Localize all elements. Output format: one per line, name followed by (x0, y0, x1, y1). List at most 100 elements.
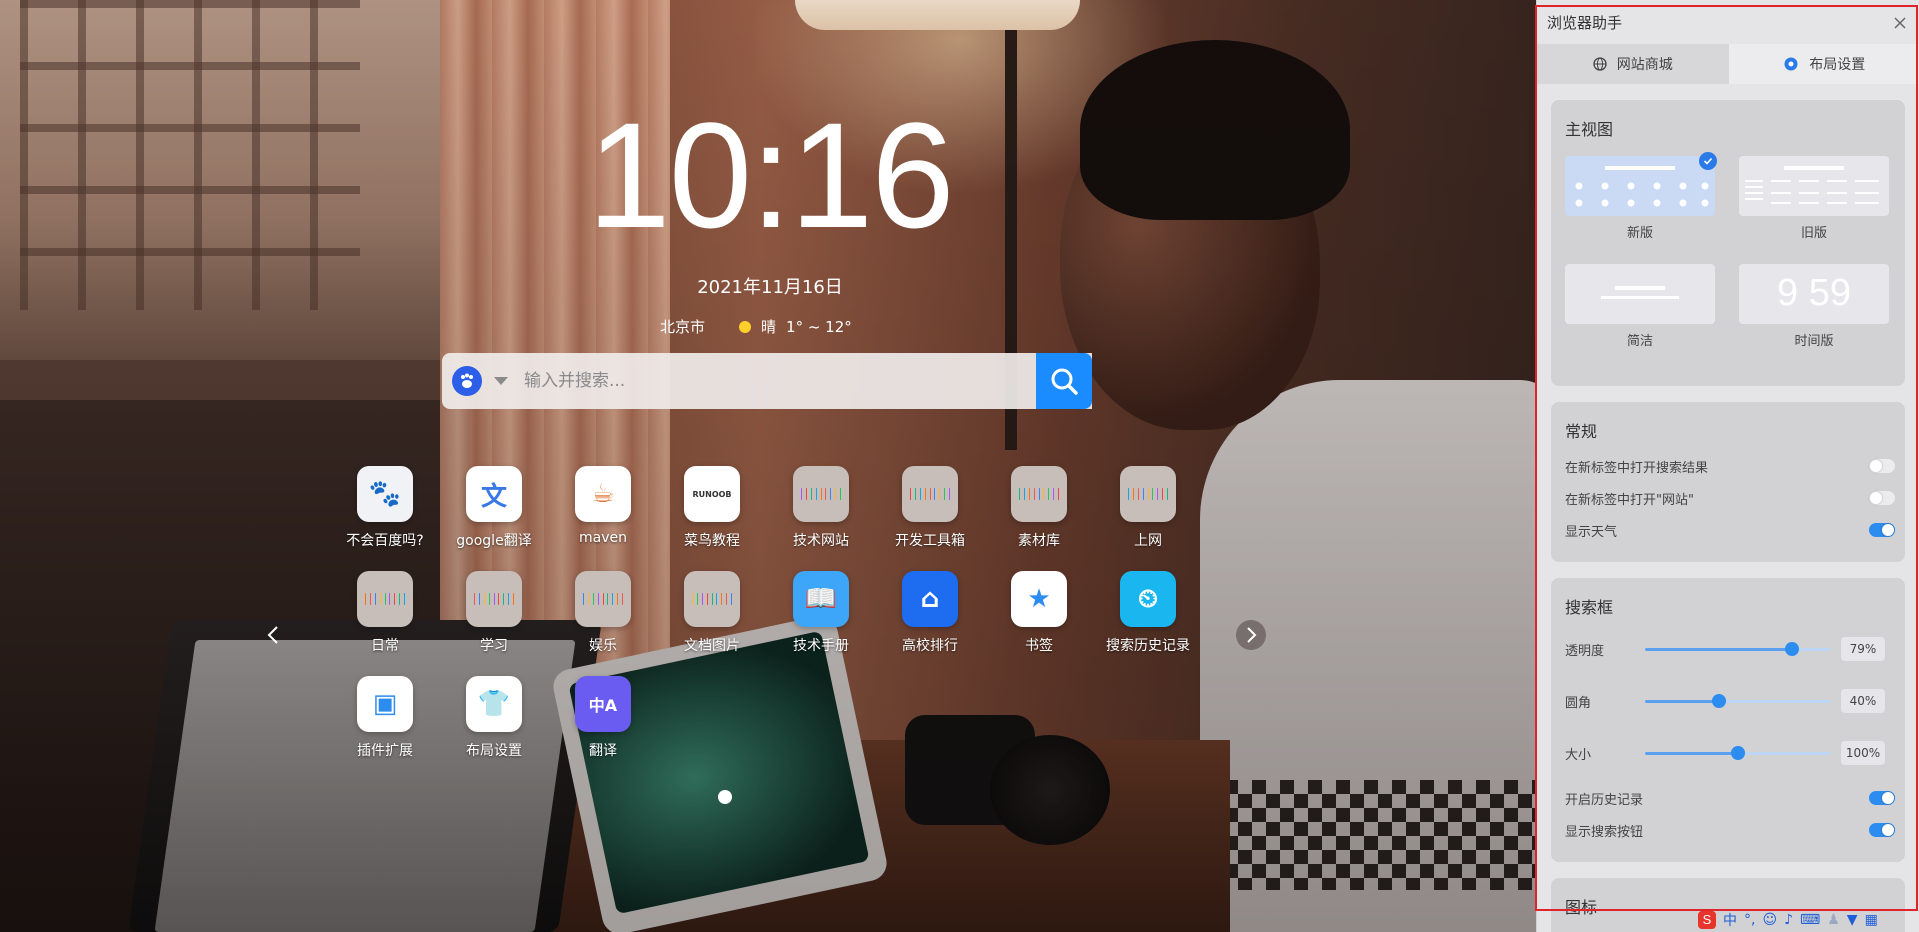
toggle-switch[interactable] (1869, 823, 1895, 837)
app-shortcut[interactable]: 文 google翻译 (439, 466, 549, 566)
app-label: 翻译 (589, 743, 617, 759)
app-shortcut[interactable]: RUNOOB 菜鸟教程 (657, 466, 767, 566)
view-option-time[interactable]: 9 59 时间版 (1739, 264, 1889, 349)
view-thumb-old (1739, 156, 1889, 216)
emoji-icon[interactable]: ☺ (1762, 912, 1777, 928)
weather-widget[interactable]: 北京市 晴 1° ~ 12° (660, 316, 900, 337)
view-option-old[interactable]: 旧版 (1739, 156, 1889, 241)
page-indicator-dot[interactable] (718, 790, 732, 804)
app-shortcut[interactable]: 日常 (330, 571, 440, 671)
close-button[interactable] (1889, 12, 1911, 34)
microphone-icon[interactable]: ♪ (1784, 912, 1793, 928)
slider-value[interactable]: 79% (1841, 637, 1885, 661)
search-button[interactable] (1036, 353, 1092, 409)
folder-icon (1120, 466, 1176, 522)
view-thumb-time: 9 59 (1739, 264, 1889, 324)
app-shortcut[interactable]: 👕 布局设置 (439, 676, 549, 776)
slider-track[interactable] (1645, 693, 1831, 708)
prev-page-button[interactable] (258, 620, 288, 650)
folder-icon (466, 571, 522, 627)
search-icon (1051, 368, 1078, 395)
google-translate-icon: 文 (466, 466, 522, 522)
view-option-new[interactable]: 新版 (1565, 152, 1717, 241)
jar-icon: ☕ (575, 466, 631, 522)
app-shortcut[interactable]: ☕ maven (548, 466, 658, 566)
bag-icon: ▣ (357, 676, 413, 732)
app-label: 不会百度吗? (346, 533, 424, 549)
slider-value[interactable]: 40% (1841, 689, 1885, 713)
punctuation-icon[interactable]: °, (1744, 912, 1755, 928)
app-shortcut[interactable]: 文档图片 (657, 571, 767, 671)
slider-label: 透明度 (1565, 643, 1605, 659)
app-label: 搜索历史记录 (1106, 638, 1190, 654)
ime-mode-label[interactable]: 中 (1723, 910, 1737, 930)
searchbox-card: 搜索框 透明度 79% 圆角 40% 大小 100% 开启历史记录 显示搜索按钮 (1551, 578, 1905, 862)
setting-history: 开启历史记录 (1565, 786, 1895, 810)
icons-heading: 图标 (1565, 898, 1598, 917)
translate-icon: 中A (575, 676, 631, 732)
slider-track[interactable] (1645, 745, 1831, 760)
app-label: 开发工具箱 (895, 533, 965, 549)
slider-knob[interactable] (1731, 745, 1745, 760)
university-icon: ⌂ (902, 571, 958, 627)
app-shortcut[interactable]: ★ 书签 (984, 571, 1094, 671)
skin-icon[interactable]: ▼ (1847, 912, 1858, 928)
app-shortcut[interactable]: ▣ 插件扩展 (330, 676, 440, 776)
app-shortcut[interactable]: 📖 技术手册 (766, 571, 876, 671)
slider-size: 大小 100% (1565, 738, 1895, 768)
slider-value[interactable]: 100% (1841, 741, 1885, 765)
app-label: 素材库 (1018, 533, 1060, 549)
toggle-switch[interactable] (1869, 791, 1895, 805)
user-icon[interactable]: ♟ (1827, 912, 1840, 928)
folder-icon (1011, 466, 1067, 522)
runoob-icon: RUNOOB (684, 466, 740, 522)
app-shortcut[interactable]: 技术网站 (766, 466, 876, 566)
app-shortcut[interactable]: ⏲ 搜索历史记录 (1093, 571, 1203, 671)
weather-range: 1° ~ 12° (786, 317, 852, 336)
app-shortcut[interactable]: ⌂ 高校排行 (875, 571, 985, 671)
app-shortcut[interactable]: 素材库 (984, 466, 1094, 566)
toggle-switch[interactable] (1869, 491, 1895, 505)
panel-tabs: 网站商城 布局设置 (1537, 44, 1919, 84)
next-page-button[interactable] (1236, 620, 1266, 650)
engine-dropdown-icon[interactable] (494, 377, 508, 385)
setting-label: 显示天气 (1565, 524, 1618, 540)
app-shortcut[interactable]: 娱乐 (548, 571, 658, 671)
app-label: 文档图片 (684, 638, 740, 654)
app-shortcut[interactable]: 中A 翻译 (548, 676, 658, 776)
browser-assistant-panel: 浏览器助手 网站商城 布局设置 主视图 新版 旧版 简洁 9 59 时间版 常规… (1536, 0, 1919, 932)
view-label-simple: 简洁 (1626, 334, 1653, 349)
slider-track[interactable] (1645, 641, 1831, 656)
toggle-switch[interactable] (1869, 459, 1895, 473)
setting-label: 在新标签中打开搜索结果 (1565, 460, 1709, 476)
slider-knob[interactable] (1784, 641, 1799, 656)
globe-icon (1593, 57, 1607, 71)
folder-icon (793, 466, 849, 522)
sogou-icon[interactable]: S (1698, 911, 1716, 929)
slider-knob[interactable] (1712, 693, 1727, 708)
searchbox-heading: 搜索框 (1565, 598, 1614, 617)
baidu-engine-icon[interactable] (452, 366, 482, 396)
search-input[interactable] (524, 371, 1004, 391)
baidu-paw-icon: 🐾 (357, 466, 413, 522)
tab-layout-settings-label: 布局设置 (1809, 57, 1866, 73)
app-shortcut[interactable]: 🐾 不会百度吗? (330, 466, 440, 566)
toggle-switch[interactable] (1869, 523, 1895, 537)
general-card: 常规 在新标签中打开搜索结果 在新标签中打开"网站" 显示天气 (1551, 402, 1905, 562)
weather-condition: 晴 (761, 318, 777, 336)
keyboard-icon[interactable]: ⌨ (1800, 912, 1820, 928)
menu-grid-icon[interactable]: ▦ (1865, 912, 1878, 928)
setting-show-weather: 显示天气 (1565, 518, 1895, 542)
star-icon: ★ (1011, 571, 1067, 627)
app-label: 高校排行 (902, 638, 958, 654)
setting-open-site-new-tab: 在新标签中打开"网站" (1565, 486, 1895, 510)
app-shortcut[interactable]: 开发工具箱 (875, 466, 985, 566)
tab-layout-settings[interactable]: 布局设置 (1728, 44, 1919, 84)
tab-website-store[interactable]: 网站商城 (1537, 44, 1729, 84)
view-option-simple[interactable]: 简洁 (1565, 264, 1715, 349)
app-shortcut[interactable]: 上网 (1093, 466, 1203, 566)
tab-website-store-label: 网站商城 (1616, 57, 1673, 73)
folder-icon (902, 466, 958, 522)
setting-label: 开启历史记录 (1565, 792, 1644, 808)
app-shortcut[interactable]: 学习 (439, 571, 549, 671)
